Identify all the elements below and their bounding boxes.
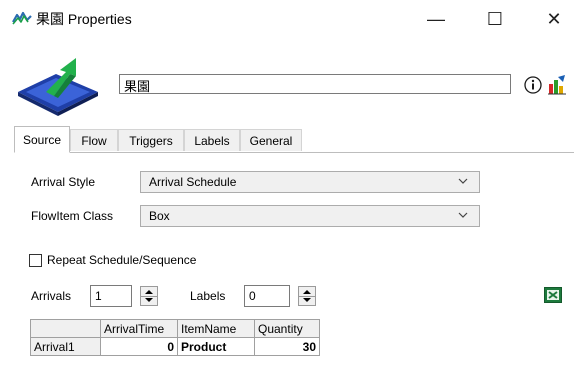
app-icon xyxy=(12,11,32,25)
chevron-down-icon xyxy=(458,212,468,218)
tab-labels[interactable]: Labels xyxy=(184,129,240,151)
labels-input[interactable]: 0 xyxy=(244,285,290,307)
info-icon[interactable] xyxy=(524,76,542,94)
repeat-schedule-label: Repeat Schedule/Sequence xyxy=(47,253,197,267)
maximize-button[interactable]: ☐ xyxy=(475,6,515,32)
flowitem-class-label: FlowItem Class xyxy=(31,209,114,223)
spin-down-icon[interactable] xyxy=(145,298,153,302)
table-header-row: ArrivalTime ItemName Quantity xyxy=(30,319,320,338)
chevron-down-icon xyxy=(458,178,468,184)
column-header-quantity[interactable]: Quantity xyxy=(254,319,320,338)
arrivals-input[interactable]: 1 xyxy=(90,285,132,307)
tab-source[interactable]: Source xyxy=(14,126,70,153)
arrival-style-dropdown[interactable]: Arrival Schedule xyxy=(140,171,480,193)
object-header: 果園 xyxy=(0,36,574,126)
repeat-schedule-checkbox[interactable] xyxy=(29,254,42,267)
flowitem-class-dropdown[interactable]: Box xyxy=(140,205,480,227)
source-object-icon xyxy=(18,58,98,116)
maximize-icon: ☐ xyxy=(486,8,504,29)
spin-down-icon[interactable] xyxy=(303,298,311,302)
labels-label: Labels xyxy=(190,289,226,303)
arrival-schedule-table[interactable]: ArrivalTime ItemName Quantity Arrival1 0… xyxy=(30,319,320,356)
excel-import-icon[interactable] xyxy=(544,287,562,303)
column-header-arrivaltime[interactable]: ArrivalTime xyxy=(100,319,178,338)
arrival-style-label: Arrival Style xyxy=(31,175,96,189)
spin-up-icon[interactable] xyxy=(303,290,311,294)
cell-itemname[interactable]: Product xyxy=(177,337,255,356)
table-row: Arrival1 0 Product 30 xyxy=(30,337,320,356)
table-corner-cell xyxy=(30,319,101,338)
minimize-icon: — xyxy=(427,8,445,29)
tab-general[interactable]: General xyxy=(240,129,302,151)
cell-quantity[interactable]: 30 xyxy=(254,337,320,356)
tab-flow[interactable]: Flow xyxy=(70,129,118,151)
column-header-itemname[interactable]: ItemName xyxy=(177,319,255,338)
cell-arrivaltime[interactable]: 0 xyxy=(100,337,178,356)
statistics-chart-icon[interactable] xyxy=(546,74,568,96)
arrivals-label: Arrivals xyxy=(31,289,72,303)
window-title: 果園 Properties xyxy=(36,11,132,27)
labels-spinner[interactable] xyxy=(298,286,316,306)
tab-bar: Source Flow Triggers Labels General xyxy=(14,126,574,153)
minimize-button[interactable]: — xyxy=(416,6,456,32)
arrivals-spinner[interactable] xyxy=(140,286,158,306)
spin-up-icon[interactable] xyxy=(145,290,153,294)
title-bar: 果園 Properties — ☐ ✕ xyxy=(0,0,574,36)
close-icon: ✕ xyxy=(546,8,562,29)
close-button[interactable]: ✕ xyxy=(534,6,574,32)
source-panel: Arrival Style Arrival Schedule FlowItem … xyxy=(14,153,574,365)
object-name-input[interactable]: 果園 xyxy=(119,74,511,95)
arrival-style-value: Arrival Schedule xyxy=(149,175,237,189)
row-header-arrival1[interactable]: Arrival1 xyxy=(30,337,101,356)
flowitem-class-value: Box xyxy=(149,209,170,223)
tab-triggers[interactable]: Triggers xyxy=(118,129,184,151)
